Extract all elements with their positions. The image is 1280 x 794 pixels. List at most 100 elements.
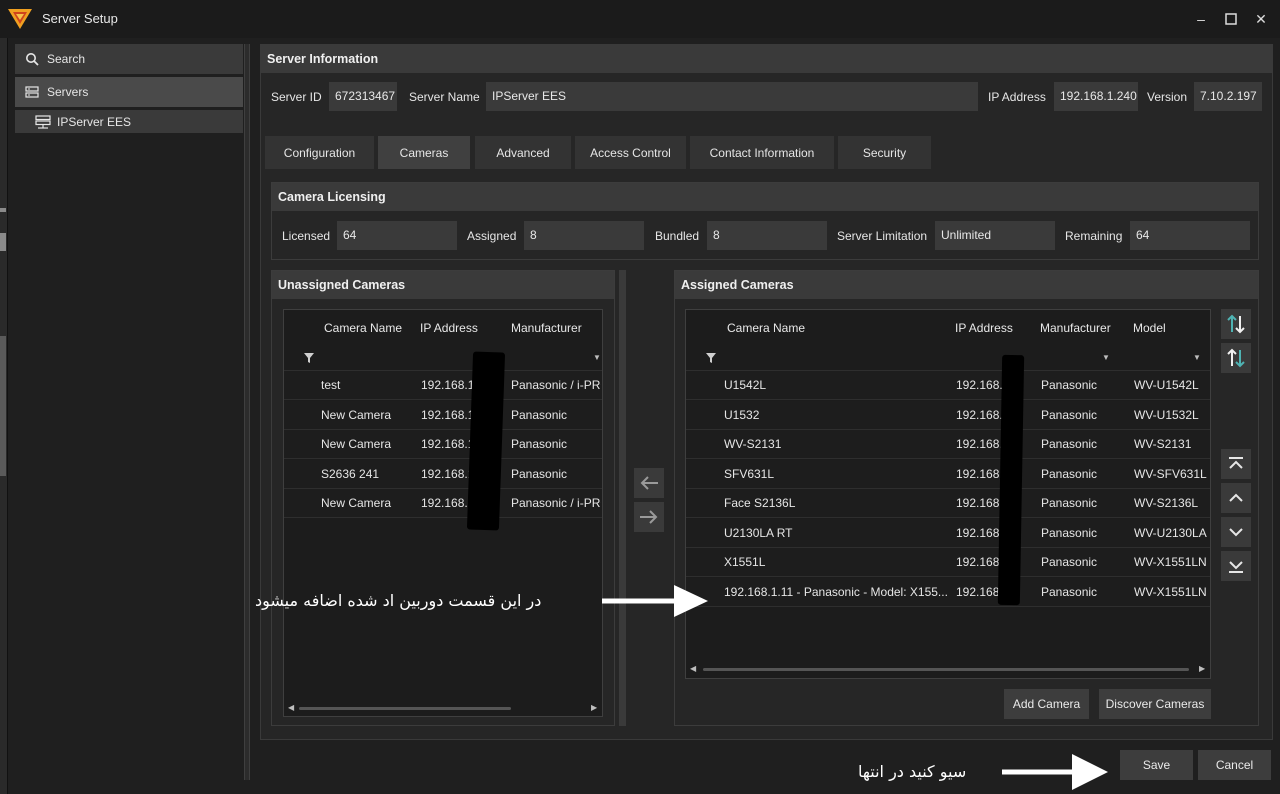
model-cell: WV-U1542L bbox=[1134, 378, 1199, 392]
table-row[interactable]: SFV631L 192.168. Panasonic WV-SFV631L bbox=[686, 459, 1210, 489]
col-manufacturer[interactable]: Manufacturer bbox=[1040, 321, 1111, 335]
scroll-right-icon[interactable]: ▶ bbox=[591, 703, 597, 712]
close-icon[interactable]: ✕ bbox=[1252, 10, 1270, 28]
col-camera-name[interactable]: Camera Name bbox=[727, 321, 805, 335]
add-camera-button[interactable]: Add Camera bbox=[1004, 689, 1089, 719]
table-row[interactable]: U1542L 192.168.1. Panasonic WV-U1542L bbox=[686, 371, 1210, 400]
tab-cameras[interactable]: Cameras bbox=[377, 135, 471, 170]
version-field[interactable]: 7.10.2.197 bbox=[1194, 82, 1262, 111]
ip-address-cell: 192.168.1 bbox=[956, 496, 1010, 510]
save-button[interactable]: Save bbox=[1120, 750, 1193, 780]
sidebar-splitter[interactable] bbox=[244, 44, 250, 780]
table-row[interactable]: New Camera 192.168.1. Panasonic bbox=[284, 430, 602, 459]
manufacturer-cell: Panasonic bbox=[511, 466, 568, 481]
table-row[interactable]: U2130LA RT 192.168. Panasonic WV-U2130LA bbox=[686, 518, 1210, 548]
remaining-field: 64 bbox=[1130, 221, 1250, 250]
move-to-top-button[interactable] bbox=[1221, 449, 1251, 479]
scroll-right-icon[interactable]: ▶ bbox=[1199, 664, 1205, 673]
scroll-left-icon[interactable]: ◀ bbox=[288, 703, 294, 712]
unassigned-horizontal-scrollbar[interactable]: ◀ ▶ bbox=[285, 701, 601, 715]
table-row[interactable]: Face S2136L 192.168.1 Panasonic WV-S2136L bbox=[686, 489, 1210, 518]
ip-address-cell: 192.168. bbox=[956, 437, 1003, 451]
server-id-label: Server ID bbox=[271, 90, 322, 104]
unassigned-cameras-header: Unassigned Cameras bbox=[272, 271, 614, 299]
col-manufacturer[interactable]: Manufacturer bbox=[511, 321, 582, 335]
ip-address-cell: 192.168.1. bbox=[956, 378, 1013, 392]
manufacturer-cell: Panasonic bbox=[1041, 437, 1098, 451]
sidebar: Search Servers IPServer EES bbox=[8, 38, 244, 780]
table-row[interactable]: WV-S2131 192.168. Panasonic WV-S2131 bbox=[686, 430, 1210, 459]
title-bar bbox=[0, 0, 1280, 38]
server-limitation-label: Server Limitation bbox=[837, 229, 928, 243]
manufacturer-cell: Panasonic / i-PRO bbox=[511, 378, 601, 392]
sidebar-search-label: Search bbox=[47, 52, 86, 66]
table-row[interactable]: New Camera 192.168.1. Panasonic bbox=[284, 400, 602, 430]
col-ip-address[interactable]: IP Address bbox=[420, 321, 478, 335]
model-cell: WV-U2130LA bbox=[1134, 525, 1207, 540]
ip-address-field[interactable]: 192.168.1.240 bbox=[1054, 82, 1138, 111]
tab-contact-information[interactable]: Contact Information bbox=[689, 135, 835, 170]
tab-advanced[interactable]: Advanced bbox=[474, 135, 572, 170]
tab-configuration[interactable]: Configuration bbox=[264, 135, 375, 170]
scroll-thumb[interactable] bbox=[299, 707, 511, 710]
unassign-camera-button[interactable] bbox=[634, 468, 664, 498]
server-id-field[interactable]: 672313467 bbox=[329, 82, 397, 111]
cancel-button[interactable]: Cancel bbox=[1198, 750, 1271, 780]
camera-name-cell: Face S2136L bbox=[724, 496, 796, 510]
move-down-button[interactable] bbox=[1221, 517, 1251, 547]
manufacturer-cell: Panasonic bbox=[1041, 555, 1098, 569]
camera-name-cell: WV-S2131 bbox=[724, 437, 782, 451]
table-row[interactable]: New Camera 192.168.1. Panasonic / i-PRO bbox=[284, 489, 602, 518]
sidebar-item-ipserver[interactable]: IPServer EES bbox=[15, 110, 243, 133]
manufacturer-cell: Panasonic / i-PRO bbox=[511, 496, 601, 510]
camera-name-cell: New Camera bbox=[321, 407, 392, 422]
table-row[interactable]: 192.168.1.11 - Panasonic - Model: X155..… bbox=[686, 577, 1210, 607]
tab-security[interactable]: Security bbox=[837, 135, 932, 170]
sort-descending-button[interactable] bbox=[1221, 343, 1251, 373]
move-to-bottom-button[interactable] bbox=[1221, 551, 1251, 581]
assigned-cameras-header: Assigned Cameras bbox=[675, 271, 1258, 299]
col-camera-name[interactable]: Camera Name bbox=[324, 321, 402, 335]
table-row[interactable]: S2636 241 192.168.1. Panasonic bbox=[284, 459, 602, 489]
sidebar-search[interactable]: Search bbox=[15, 44, 243, 74]
camera-name-cell: S2636 241 bbox=[321, 466, 380, 481]
minimize-icon[interactable]: – bbox=[1192, 10, 1210, 28]
col-model[interactable]: Model bbox=[1133, 321, 1166, 335]
manufacturer-cell: Panasonic bbox=[1041, 584, 1098, 599]
camera-licensing-header: Camera Licensing bbox=[272, 183, 1258, 211]
table-row[interactable]: test 192.168.1. Panasonic / i-PRO bbox=[284, 371, 602, 400]
table-row[interactable]: X1551L 192.168. Panasonic WV-X1551LN bbox=[686, 548, 1210, 577]
filter-row[interactable]: ▼ bbox=[284, 345, 602, 371]
camera-name-cell: X1551L bbox=[724, 555, 766, 569]
annotation-save-note: سیو کنید در انتها bbox=[858, 762, 967, 781]
manufacturer-cell: Panasonic bbox=[1041, 407, 1098, 422]
table-row[interactable]: U1532 192.168. Panasonic WV-U1532L bbox=[686, 400, 1210, 430]
sort-ascending-button[interactable] bbox=[1221, 309, 1251, 339]
manufacturer-cell: Panasonic bbox=[1041, 496, 1098, 510]
assigned-horizontal-scrollbar[interactable]: ◀ ▶ bbox=[687, 662, 1209, 676]
filter-icon[interactable] bbox=[304, 353, 314, 363]
assigned-count-field: 8 bbox=[524, 221, 644, 250]
filter-icon[interactable] bbox=[706, 353, 716, 363]
ip-address-cell: 192.168. bbox=[956, 525, 1003, 540]
camera-name-cell: test bbox=[321, 378, 341, 392]
chevron-up-icon bbox=[1229, 493, 1243, 502]
tab-access-control[interactable]: Access Control bbox=[574, 135, 687, 170]
filter-row[interactable]: ▼ ▼ bbox=[686, 345, 1210, 371]
dropdown-arrow-icon[interactable]: ▼ bbox=[1102, 353, 1110, 362]
dropdown-arrow-icon[interactable]: ▼ bbox=[593, 353, 601, 362]
server-name-field[interactable]: IPServer EES bbox=[486, 82, 978, 111]
scroll-thumb[interactable] bbox=[703, 668, 1189, 671]
bundled-field: 8 bbox=[707, 221, 827, 250]
col-ip-address[interactable]: IP Address bbox=[955, 321, 1013, 335]
sidebar-item-servers[interactable]: Servers bbox=[15, 77, 243, 107]
assign-camera-button[interactable] bbox=[634, 502, 664, 532]
annotation-arrow-icon bbox=[1002, 754, 1108, 790]
move-up-button[interactable] bbox=[1221, 483, 1251, 513]
dropdown-arrow-icon[interactable]: ▼ bbox=[1193, 353, 1201, 362]
discover-cameras-button[interactable]: Discover Cameras bbox=[1099, 689, 1211, 719]
scroll-left-icon[interactable]: ◀ bbox=[690, 664, 696, 673]
maximize-icon[interactable] bbox=[1222, 10, 1240, 28]
camera-name-cell: New Camera bbox=[321, 496, 392, 510]
camera-name-cell: New Camera bbox=[321, 437, 392, 451]
